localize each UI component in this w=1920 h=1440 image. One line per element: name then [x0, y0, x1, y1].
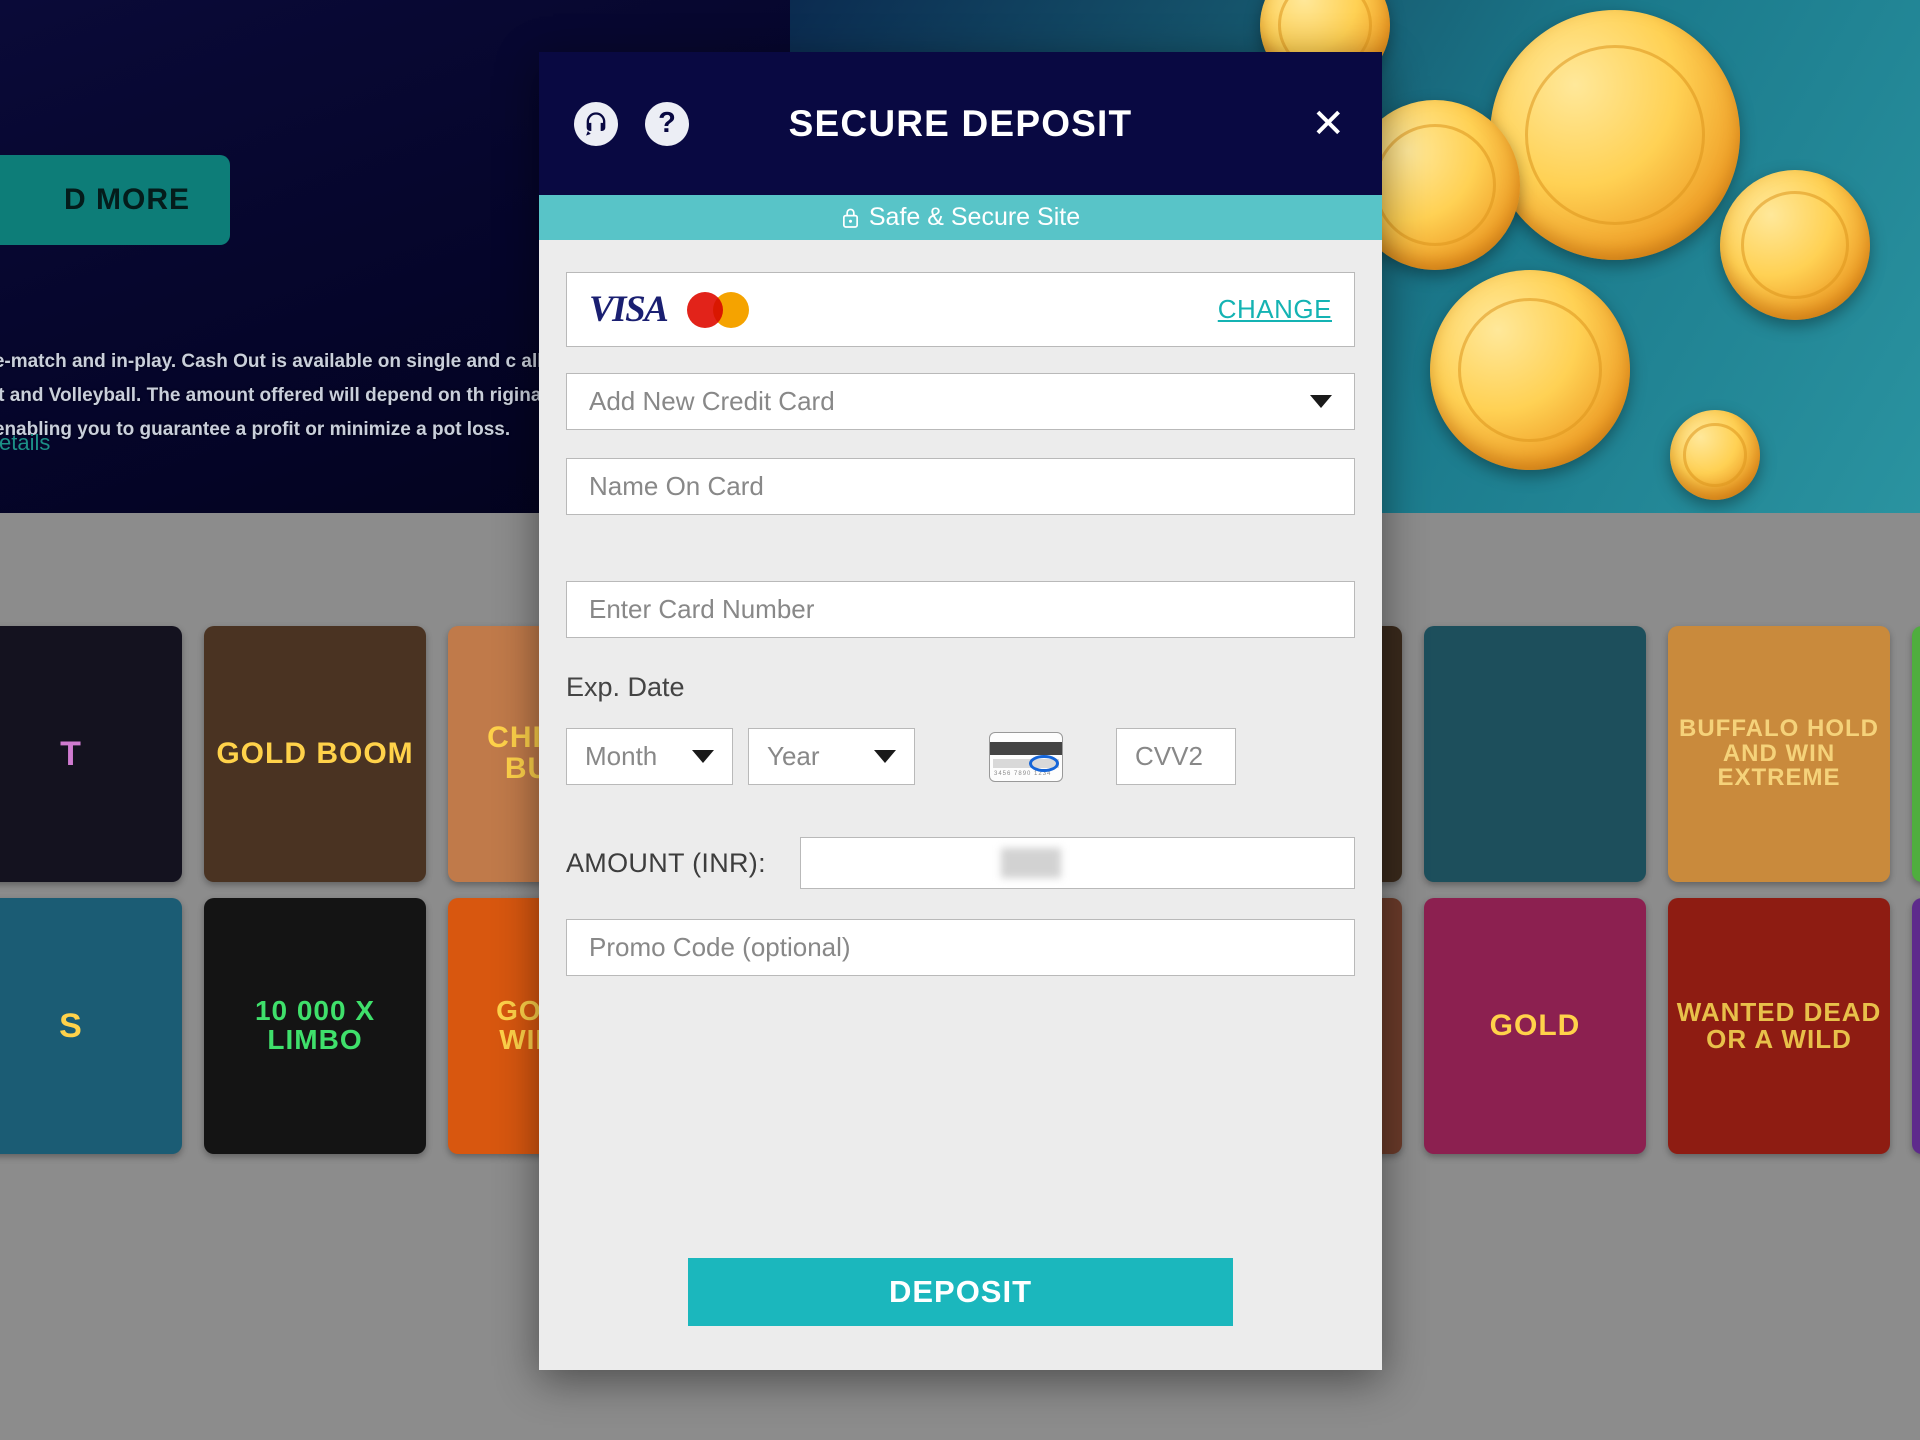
mastercard-logo-icon	[687, 291, 750, 328]
payment-methods-row: VISA CHANGE	[566, 272, 1355, 347]
promo-code-placeholder: Promo Code (optional)	[589, 932, 851, 962]
modal-body: VISA CHANGE Add New Credit Card Name On …	[539, 240, 1382, 1258]
cvv2-input[interactable]: CVV2	[1116, 728, 1236, 785]
lock-icon	[842, 208, 858, 228]
exp-date-label: Exp. Date	[566, 672, 685, 702]
modal-header: ? SECURE DEPOSIT ✕	[539, 52, 1382, 195]
exp-date-row: Month Year 3456 7890 1234 CVV2	[566, 728, 1355, 785]
name-on-card-input[interactable]: Name On Card	[566, 458, 1355, 515]
page-root: D MORE oth pre-match and in-play. Cash O…	[0, 0, 1920, 1440]
amount-label: AMOUNT (INR):	[566, 847, 766, 878]
cvv2-placeholder: CVV2	[1135, 741, 1203, 771]
modal-footer: DEPOSIT	[539, 1258, 1382, 1370]
chevron-down-icon	[692, 750, 714, 763]
card-back-cvv-icon: 3456 7890 1234	[989, 731, 1063, 782]
chevron-down-icon	[874, 750, 896, 763]
name-on-card-placeholder: Name On Card	[589, 471, 764, 501]
card-number-input[interactable]: Enter Card Number	[566, 581, 1355, 638]
card-select-value: Add New Credit Card	[589, 386, 835, 416]
exp-year-placeholder: Year	[767, 741, 820, 771]
secure-deposit-modal: ? SECURE DEPOSIT ✕ Safe & Secure Site VI…	[539, 52, 1382, 1370]
promo-code-input[interactable]: Promo Code (optional)	[566, 919, 1355, 976]
modal-overlay: ? SECURE DEPOSIT ✕ Safe & Secure Site VI…	[0, 0, 1920, 1440]
exp-month-dropdown[interactable]: Month	[566, 728, 733, 785]
card-number-placeholder: Enter Card Number	[589, 594, 815, 624]
amount-row: AMOUNT (INR):	[566, 837, 1355, 889]
question-mark-icon[interactable]: ?	[645, 101, 689, 146]
amount-input[interactable]	[799, 837, 1355, 889]
deposit-button[interactable]: DEPOSIT	[688, 1258, 1233, 1326]
visa-logo-icon: VISA	[589, 289, 669, 330]
amount-redacted-value	[1000, 848, 1061, 878]
exp-year-dropdown[interactable]: Year	[748, 728, 915, 785]
change-payment-method-link[interactable]: CHANGE	[1218, 294, 1332, 325]
secure-site-banner: Safe & Secure Site	[539, 195, 1382, 240]
card-select-dropdown[interactable]: Add New Credit Card	[566, 373, 1355, 430]
secure-site-label: Safe & Secure Site	[868, 203, 1081, 231]
close-icon[interactable]: ✕	[1311, 104, 1345, 144]
headset-support-icon[interactable]	[574, 101, 618, 146]
chevron-down-icon	[1310, 395, 1332, 408]
exp-month-placeholder: Month	[585, 741, 658, 771]
